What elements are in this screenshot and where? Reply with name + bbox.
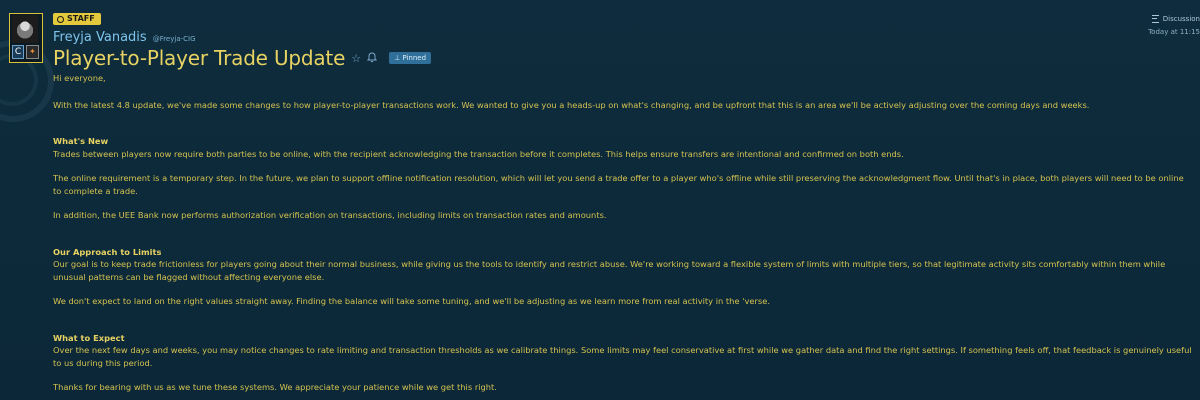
title-row: Player-to-Player Trade Update ☆ ⊥ Pinned	[53, 46, 432, 70]
paragraph: Trades between players now require both …	[53, 148, 904, 159]
discussion-icon	[1151, 15, 1159, 23]
staff-badge: STAFF	[53, 13, 101, 25]
section-heading: What to Expect	[53, 332, 125, 343]
paragraph: The online requirement is a temporary st…	[53, 173, 1184, 196]
pinned-label: Pinned	[402, 54, 427, 62]
paragraph: In addition, the UEE Bank now performs a…	[53, 210, 607, 220]
post-title: Player-to-Player Trade Update	[53, 46, 346, 70]
intro-paragraph: With the latest 4.8 update, we've made s…	[53, 99, 1090, 110]
category-label: Discussion	[1162, 15, 1200, 23]
bell-icon[interactable]	[366, 51, 378, 65]
star-icon[interactable]: ☆	[351, 53, 361, 64]
section-heading: Our Approach to Limits	[53, 246, 162, 257]
gear-icon	[57, 15, 64, 23]
greeting: Hi everyone,	[53, 73, 106, 83]
paragraph: We don't expect to land on the right val…	[53, 296, 770, 306]
avatar[interactable]: C ✦	[9, 13, 43, 63]
author-row: Freyja Vanadis @Freyja-CIG	[53, 30, 196, 45]
section-heading: What's New	[53, 136, 109, 146]
rank-badge-icon: ✦	[26, 45, 39, 59]
author-handle[interactable]: @Freyja-CIG	[153, 35, 196, 43]
forum-post-page: C ✦ STAFF Freyja Vanadis @Freyja-CIG Pla…	[0, 0, 1200, 400]
paragraph: Over the next few days and weeks, you ma…	[53, 345, 1192, 368]
post-meta: Discussion Today at 11:15	[1140, 15, 1200, 36]
post-timestamp: Today at 11:15	[1148, 28, 1200, 36]
pinned-badge: ⊥ Pinned	[389, 52, 432, 64]
category-link[interactable]: Discussion	[1140, 15, 1200, 23]
staff-badge-label: STAFF	[67, 14, 95, 23]
paragraph: Thanks for bearing with us as we tune th…	[53, 382, 497, 392]
avatar-image	[12, 15, 38, 43]
org-badge-icon: C	[12, 45, 24, 59]
paragraph: Our goal is to keep trade frictionless f…	[53, 259, 1166, 282]
post-body: Hi everyone, With the latest 4.8 update,…	[53, 72, 1193, 400]
author-name[interactable]: Freyja Vanadis	[53, 30, 147, 45]
